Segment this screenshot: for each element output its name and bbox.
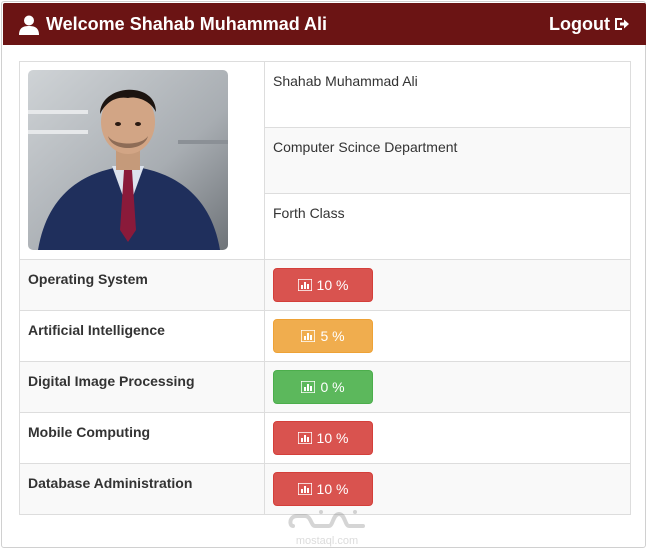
grade-value: 10 %	[316, 430, 349, 446]
profile-panel: Welcome Shahab Muhammad Ali Logout Shaha…	[1, 1, 646, 548]
grade-value: 10 %	[316, 481, 349, 497]
logout-link[interactable]: Logout	[549, 13, 630, 35]
subject-name: Database Administration	[19, 463, 265, 515]
subject-row: Digital Image Processing 0 %	[19, 361, 631, 413]
watermark-logo: mostaql.com	[285, 508, 369, 547]
student-table: Shahab Muhammad Ali Computer Scince Depa…	[19, 61, 631, 515]
subject-row: Artificial Intelligence 5 %	[19, 310, 631, 362]
watermark-text: mostaql.com	[295, 535, 359, 547]
profile-photo	[28, 70, 228, 250]
logout-label: Logout	[549, 14, 610, 34]
student-department: Computer Scince Department	[264, 127, 631, 194]
subject-row: Operating System 10 %	[19, 259, 631, 311]
grade-button[interactable]: 5 %	[273, 319, 373, 353]
welcome-title: Welcome Shahab Muhammad Ali	[46, 14, 328, 34]
grade-button[interactable]: 10 %	[273, 472, 373, 506]
grade-value: 10 %	[316, 277, 349, 293]
student-name: Shahab Muhammad Ali	[264, 61, 631, 128]
subject-name: Artificial Intelligence	[19, 310, 265, 362]
bar-chart-icon	[297, 432, 312, 444]
watermark-mark	[288, 510, 365, 528]
logout-icon	[615, 18, 629, 30]
grade-value: 0 %	[320, 379, 345, 395]
panel-header: Welcome Shahab Muhammad Ali Logout	[3, 3, 646, 45]
subject-name: Mobile Computing	[19, 412, 265, 464]
user-icon	[19, 15, 39, 35]
subject-name: Digital Image Processing	[19, 361, 265, 413]
student-class: Forth Class	[264, 193, 631, 260]
bar-chart-icon	[297, 483, 312, 495]
grade-value: 5 %	[320, 328, 345, 344]
subject-row: Database Administration 10 %	[19, 463, 631, 515]
bar-chart-icon	[297, 279, 312, 291]
bar-chart-icon	[301, 381, 316, 393]
subject-row: Mobile Computing 10 %	[19, 412, 631, 464]
grade-button[interactable]: 10 %	[273, 421, 373, 455]
grade-button[interactable]: 10 %	[273, 268, 373, 302]
subject-name: Operating System	[19, 259, 265, 311]
photo-cell	[19, 61, 265, 260]
bar-chart-icon	[301, 330, 316, 342]
grade-button[interactable]: 0 %	[273, 370, 373, 404]
